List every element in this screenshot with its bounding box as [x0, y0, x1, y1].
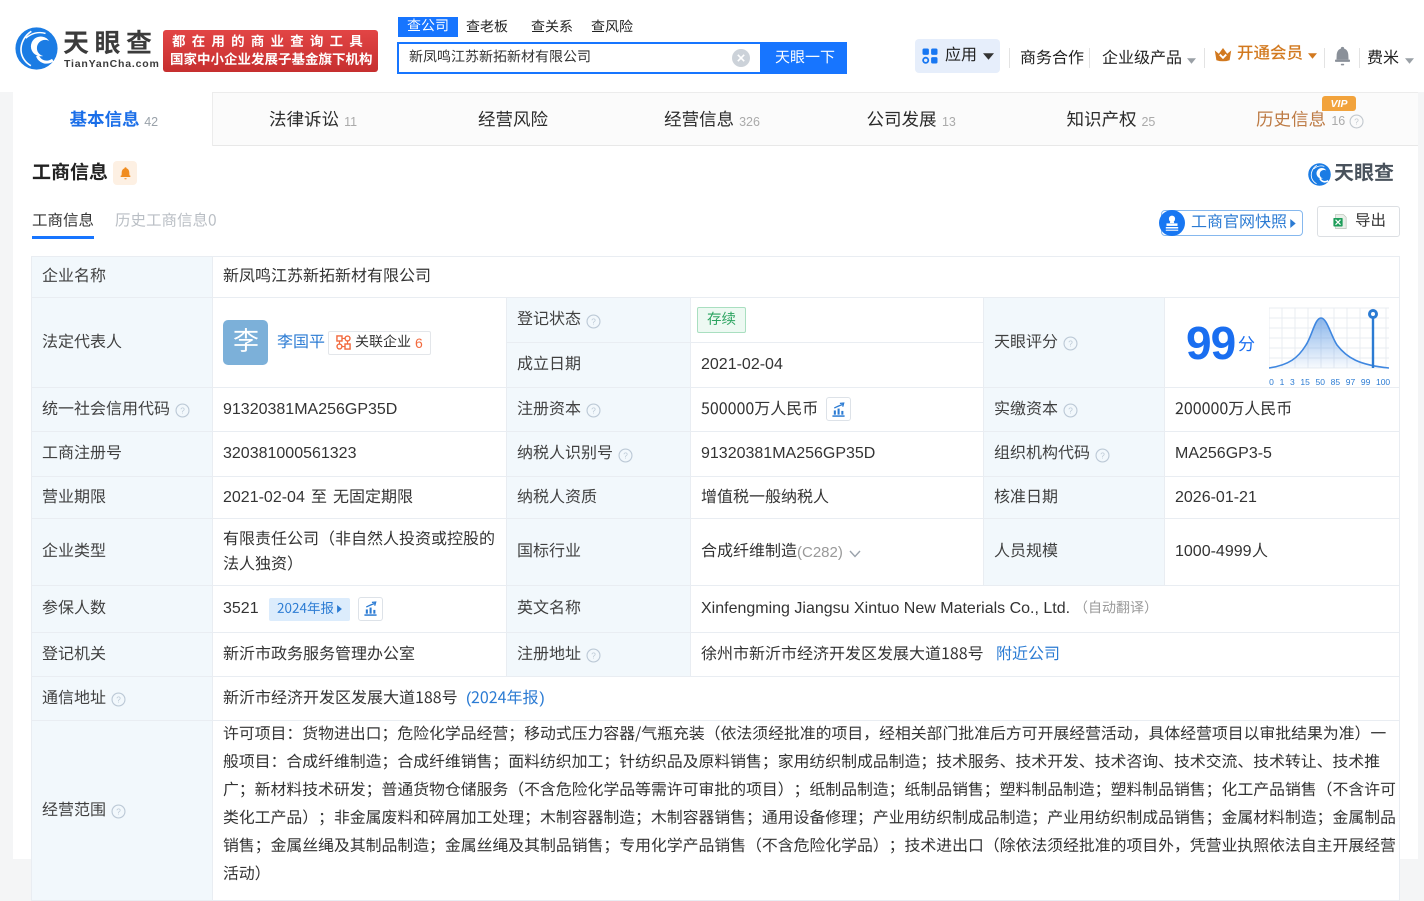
svg-text:?: ?: [1068, 407, 1073, 416]
svg-text:?: ?: [116, 696, 121, 705]
svg-text:?: ?: [116, 808, 121, 817]
svg-text:?: ?: [180, 407, 185, 416]
svg-text:?: ?: [591, 407, 596, 416]
svg-text:?: ?: [591, 652, 596, 661]
svg-text:?: ?: [1100, 451, 1105, 460]
svg-text:?: ?: [591, 317, 596, 326]
svg-text:?: ?: [1354, 117, 1359, 126]
svg-text:?: ?: [1068, 340, 1073, 349]
svg-text:?: ?: [623, 451, 628, 460]
